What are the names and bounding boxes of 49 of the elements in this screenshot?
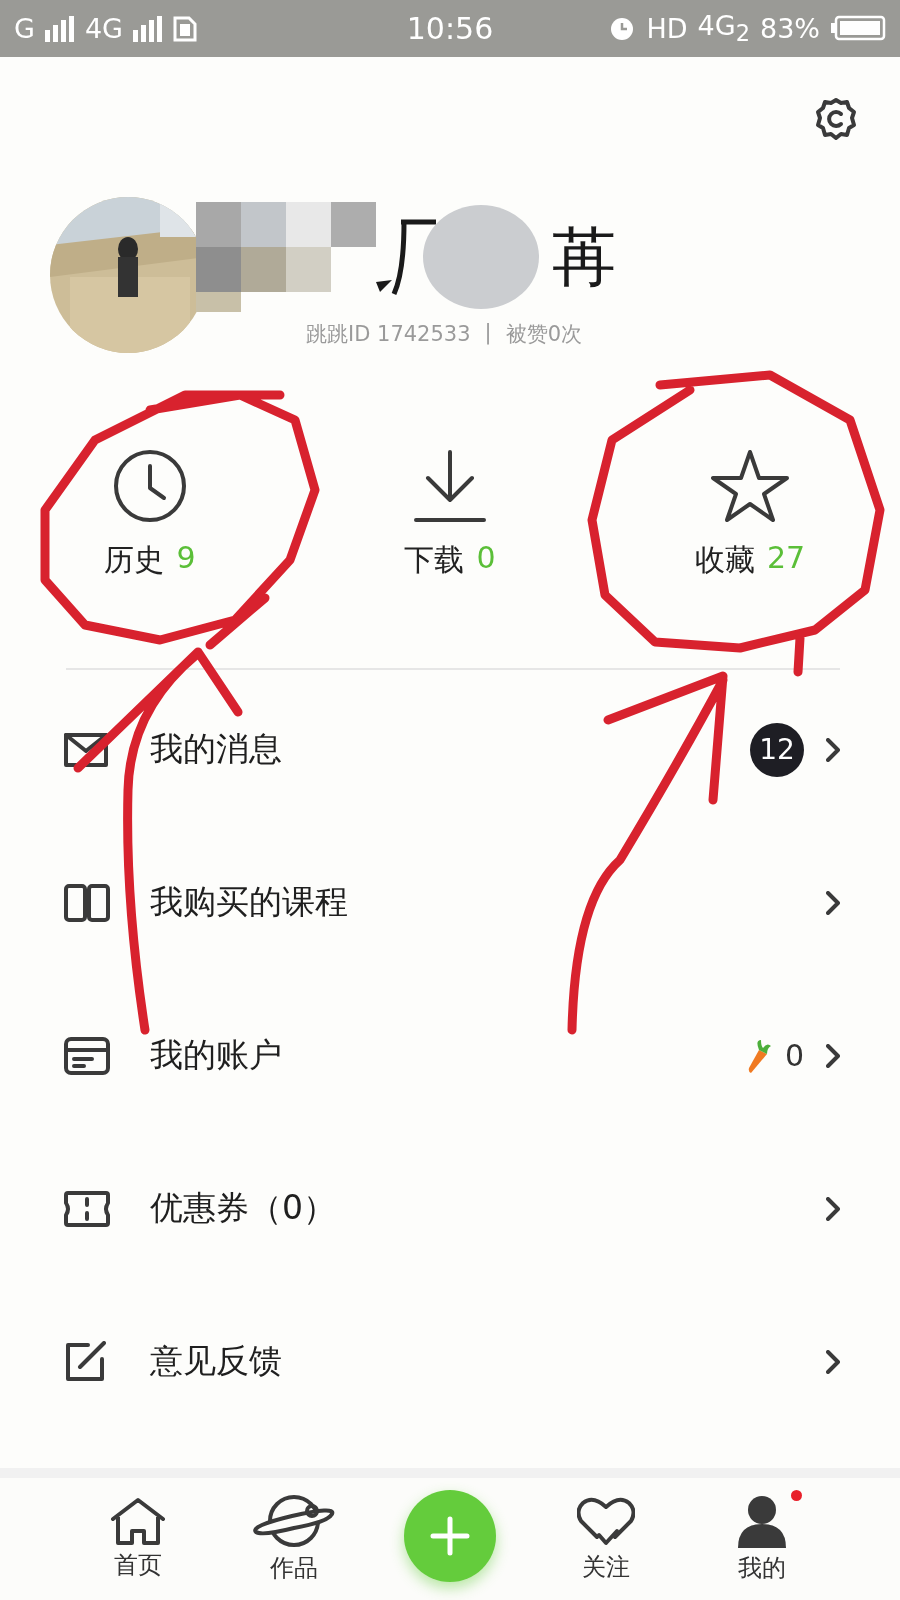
mail-icon [64,732,108,767]
plus-icon [430,1516,470,1556]
menu-label: 我的账户 [150,1034,283,1076]
star-icon [710,448,790,524]
stat-count: 27 [766,540,806,577]
signal-icon [133,15,164,42]
sim-icon [173,15,198,42]
stat-count: 0 [476,540,496,577]
settings-icon[interactable] [814,97,858,141]
card-icon [64,1036,110,1075]
menu-label: 优惠券（0） [150,1187,337,1229]
nav-tab[interactable]: 关注 [582,1551,630,1583]
status-label: HD [646,13,688,44]
chevron-icon [826,890,840,915]
planet-icon[interactable] [252,1494,336,1548]
unread-count: 12 [750,722,804,777]
nav-tab[interactable]: 我的 [738,1552,786,1584]
home-icon[interactable] [110,1497,166,1545]
separator: | [484,320,492,347]
ticket-icon [64,1190,110,1227]
clock-time: 10:56 [406,11,494,46]
chevron-icon [826,737,840,762]
menu-label: 我的消息 [150,728,283,770]
signal-icon [44,15,75,42]
battery-icon [830,15,886,42]
clock-icon [112,448,188,524]
chevron-icon [826,1043,840,1068]
stat-label: 下载 [404,541,465,579]
chevron-icon [826,1196,840,1221]
chevron-icon [826,1349,840,1374]
book-icon [64,883,110,922]
stat-count: 9 [176,540,196,577]
network-label: 4G [84,13,124,44]
network-label: G [14,13,35,44]
like-count: 被赞0次 [505,321,583,348]
menu-label: 我购买的课程 [150,881,349,923]
edit-icon [64,1340,106,1383]
nav-tab[interactable]: 首页 [114,1549,162,1581]
balance-value: 0 [784,1038,804,1073]
heart-check-icon[interactable] [577,1495,635,1547]
nav-tab[interactable]: 作品 [270,1552,318,1584]
stat-label: 历史 [104,541,165,579]
status-label: 4G$_{2}$ [697,10,750,47]
status-label: 83% [760,13,820,44]
download-icon [412,448,488,524]
stat-label: 收藏 [694,541,755,579]
user-id: 跳跳ID 1742533 [306,321,471,348]
user-name: 苒 [552,218,616,296]
menu-label: 意见反馈 [150,1340,283,1382]
